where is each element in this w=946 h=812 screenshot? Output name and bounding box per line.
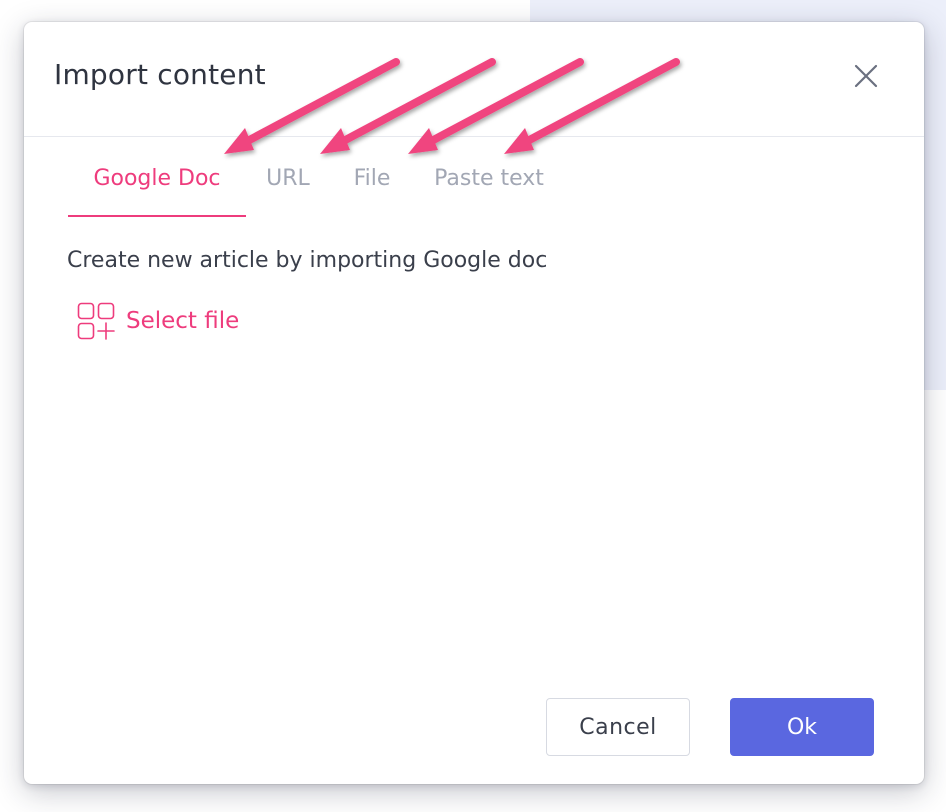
tab-url[interactable]: URL [264,137,312,215]
close-button[interactable] [850,60,882,92]
tab-google-doc[interactable]: Google Doc [68,137,246,217]
screen: Import content Google Doc URL File Paste… [0,0,946,812]
grid-plus-icon [77,302,115,340]
import-description: Create new article by importing Google d… [67,248,548,273]
select-file-button[interactable]: Select file [77,302,239,340]
close-icon [854,64,878,88]
dialog-title: Import content [54,58,266,91]
cancel-button[interactable]: Cancel [546,698,690,756]
tab-paste-text[interactable]: Paste text [430,137,548,215]
tab-file[interactable]: File [348,137,396,215]
dialog-header: Import content [24,22,924,137]
select-file-label: Select file [126,308,240,334]
ok-button[interactable]: Ok [730,698,874,756]
import-content-dialog: Import content Google Doc URL File Paste… [24,22,924,784]
